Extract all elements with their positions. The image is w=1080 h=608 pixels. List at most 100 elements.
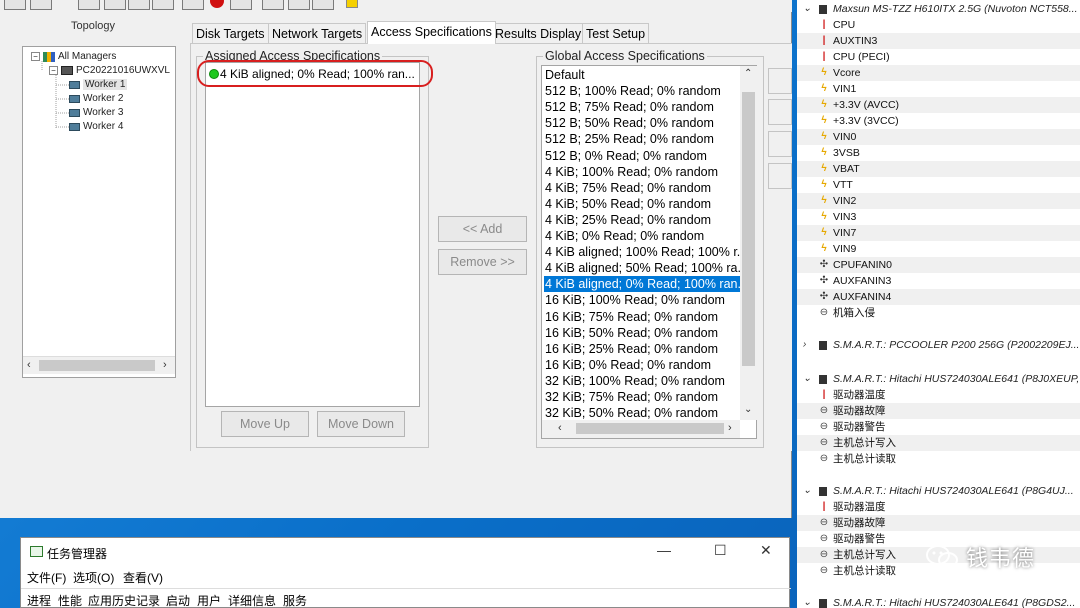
sensor-row[interactable]: ✣ AUXFANIN4 xyxy=(797,289,1080,305)
toolbar-button[interactable] xyxy=(104,0,126,10)
tab-users[interactable]: 用户 xyxy=(197,592,221,608)
global-spec-item[interactable]: 32 KiB; 100% Read; 0% random xyxy=(544,373,742,389)
collapse-icon[interactable]: − xyxy=(49,66,58,75)
tab-performance[interactable]: 性能 xyxy=(58,592,82,608)
sensor-row[interactable]: | AUXTIN3 xyxy=(797,33,1080,49)
global-spec-item[interactable]: 4 KiB; 100% Read; 0% random xyxy=(544,164,742,180)
tab-processes[interactable]: 进程 xyxy=(27,592,51,608)
chevron-down-icon[interactable]: ⌄ xyxy=(803,595,811,608)
sensor-group-header[interactable]: ⌄ S.M.A.R.T.: Hitachi HUS724030ALE641 (P8… xyxy=(797,483,1080,499)
tree-worker[interactable]: Worker 4 xyxy=(69,121,123,132)
global-spec-item[interactable]: 4 KiB aligned; 50% Read; 100% ra... xyxy=(544,260,742,276)
sensor-row[interactable]: ⊖ 机箱入侵 xyxy=(797,305,1080,321)
toolbar-button[interactable] xyxy=(78,0,100,10)
sensor-row[interactable]: ✣ CPUFANIN0 xyxy=(797,257,1080,273)
global-spec-item[interactable]: 16 KiB; 50% Read; 0% random xyxy=(544,325,742,341)
scroll-up-icon[interactable]: ⌃ xyxy=(744,68,752,79)
global-spec-item[interactable]: 16 KiB; 25% Read; 0% random xyxy=(544,341,742,357)
about-icon[interactable] xyxy=(346,0,358,8)
tab-details[interactable]: 详细信息 xyxy=(228,592,276,608)
tree-worker[interactable]: Worker 1 xyxy=(69,79,128,90)
scroll-down-icon[interactable]: ⌄ xyxy=(744,404,752,415)
global-hscroll[interactable]: ‹ › xyxy=(542,420,740,438)
sensor-row[interactable]: ϟ VIN7 xyxy=(797,225,1080,241)
sensor-row[interactable]: ϟ VTT xyxy=(797,177,1080,193)
assigned-spec-list[interactable]: 4 KiB aligned; 0% Read; 100% ran... xyxy=(205,62,420,407)
scroll-thumb[interactable] xyxy=(576,423,724,434)
sensor-row[interactable]: ϟ Vcore xyxy=(797,65,1080,81)
minimize-button[interactable]: — xyxy=(657,542,671,558)
tab-results-display[interactable]: Results Display xyxy=(491,23,586,43)
global-spec-item[interactable]: 4 KiB; 0% Read; 0% random xyxy=(544,228,742,244)
toolbar-button[interactable] xyxy=(30,0,52,10)
global-spec-item[interactable]: 4 KiB; 75% Read; 0% random xyxy=(544,180,742,196)
global-spec-item[interactable]: 32 KiB; 75% Read; 0% random xyxy=(544,389,742,405)
global-spec-item[interactable]: 4 KiB; 25% Read; 0% random xyxy=(544,212,742,228)
sensor-row[interactable]: | CPU xyxy=(797,17,1080,33)
menu-file[interactable]: 文件(F) xyxy=(27,569,66,586)
sensor-row[interactable]: ϟ 3VSB xyxy=(797,145,1080,161)
topology-hscroll[interactable]: ‹ › xyxy=(23,356,175,374)
sensor-row[interactable]: | 驱动器温度 xyxy=(797,499,1080,515)
global-spec-item[interactable]: 16 KiB; 0% Read; 0% random xyxy=(544,357,742,373)
delete-button-partial[interactable] xyxy=(768,163,792,189)
global-spec-item[interactable]: 4 KiB aligned; 100% Read; 100% r... xyxy=(544,244,742,260)
sensor-group-header[interactable]: › S.M.A.R.T.: PCCOOLER P200 256G (P200220… xyxy=(797,337,1080,353)
sensor-row[interactable]: ⊖ 主机总计写入 xyxy=(797,435,1080,451)
tree-worker[interactable]: Worker 2 xyxy=(69,93,123,104)
move-up-button[interactable]: Move Up xyxy=(221,411,309,437)
global-spec-item[interactable]: 32 KiB; 50% Read; 0% random xyxy=(544,405,742,421)
collapse-icon[interactable]: − xyxy=(31,52,40,61)
global-spec-item[interactable]: 512 B; 25% Read; 0% random xyxy=(544,131,742,147)
sensor-row[interactable]: ϟ +3.3V (AVCC) xyxy=(797,97,1080,113)
sensor-group-header[interactable]: ⌄ S.M.A.R.T.: Hitachi HUS724030ALE641 (P8… xyxy=(797,371,1080,387)
toolbar-button[interactable] xyxy=(312,0,334,10)
scroll-right-icon[interactable]: › xyxy=(163,359,167,371)
sensor-row[interactable]: ⊖ 主机总计读取 xyxy=(797,451,1080,467)
toolbar-button[interactable] xyxy=(230,0,252,10)
add-button[interactable]: << Add xyxy=(438,216,527,242)
sensor-row[interactable]: ϟ VIN3 xyxy=(797,209,1080,225)
move-down-button[interactable]: Move Down xyxy=(317,411,405,437)
chevron-down-icon[interactable]: ⌄ xyxy=(803,371,811,387)
toolbar-button[interactable] xyxy=(4,0,26,10)
scroll-thumb[interactable] xyxy=(742,92,755,366)
sensor-row[interactable]: ϟ VIN1 xyxy=(797,81,1080,97)
global-spec-item[interactable]: 4 KiB; 50% Read; 0% random xyxy=(544,196,742,212)
menu-options[interactable]: 选项(O) xyxy=(73,569,114,586)
sensor-row[interactable]: ϟ VBAT xyxy=(797,161,1080,177)
scroll-left-icon[interactable]: ‹ xyxy=(558,422,562,434)
global-spec-item[interactable]: 4 KiB aligned; 0% Read; 100% ran... xyxy=(544,276,742,293)
toolbar-button[interactable] xyxy=(262,0,284,10)
tree-worker[interactable]: Worker 3 xyxy=(69,107,123,118)
tab-test-setup[interactable]: Test Setup xyxy=(582,23,650,43)
tab-disk-targets[interactable]: Disk Targets xyxy=(192,23,269,43)
sensor-row[interactable]: ϟ VIN9 xyxy=(797,241,1080,257)
tree-root[interactable]: − All Managers xyxy=(31,51,116,62)
chevron-down-icon[interactable]: ⌄ xyxy=(803,1,811,17)
global-spec-item[interactable]: 512 B; 75% Read; 0% random xyxy=(544,99,742,115)
menu-view[interactable]: 查看(V) xyxy=(123,569,163,586)
tab-network-targets[interactable]: Network Targets xyxy=(268,23,367,43)
tab-startup[interactable]: 启动 xyxy=(166,592,190,608)
stop-icon[interactable] xyxy=(210,0,224,8)
tab-access-specifications[interactable]: Access Specifications xyxy=(367,21,496,44)
sensor-row[interactable]: | CPU (PECI) xyxy=(797,49,1080,65)
toolbar-button[interactable] xyxy=(182,0,204,10)
global-spec-item[interactable]: 16 KiB; 75% Read; 0% random xyxy=(544,309,742,325)
global-spec-list[interactable]: Default 512 B; 100% Read; 0% random 512 B;… xyxy=(541,65,757,439)
edit-button-partial[interactable] xyxy=(768,68,792,94)
tab-app-history[interactable]: 应用历史记录 xyxy=(88,592,160,608)
chevron-down-icon[interactable]: ⌄ xyxy=(803,483,811,499)
remove-button[interactable]: Remove >> xyxy=(438,249,527,275)
topology-tree[interactable]: − All Managers − PC20221016UWXVL Worker … xyxy=(22,46,176,378)
sensor-group-header[interactable]: ⌄ S.M.A.R.T.: Hitachi HUS724030ALE641 (P8… xyxy=(797,595,1080,608)
sensor-row[interactable]: ϟ VIN0 xyxy=(797,129,1080,145)
sensor-group-header[interactable]: ⌄ Maxsun MS-TZZ H610ITX 2.5G (Nuvoton NCT… xyxy=(797,1,1080,17)
toolbar-button[interactable] xyxy=(152,0,174,10)
sensor-row[interactable]: ✣ AUXFANIN3 xyxy=(797,273,1080,289)
sensor-row[interactable]: | 驱动器温度 xyxy=(797,387,1080,403)
toolbar-button[interactable] xyxy=(128,0,150,10)
edit-copy-button-partial[interactable] xyxy=(768,131,792,157)
global-spec-item[interactable]: 512 B; 50% Read; 0% random xyxy=(544,115,742,131)
